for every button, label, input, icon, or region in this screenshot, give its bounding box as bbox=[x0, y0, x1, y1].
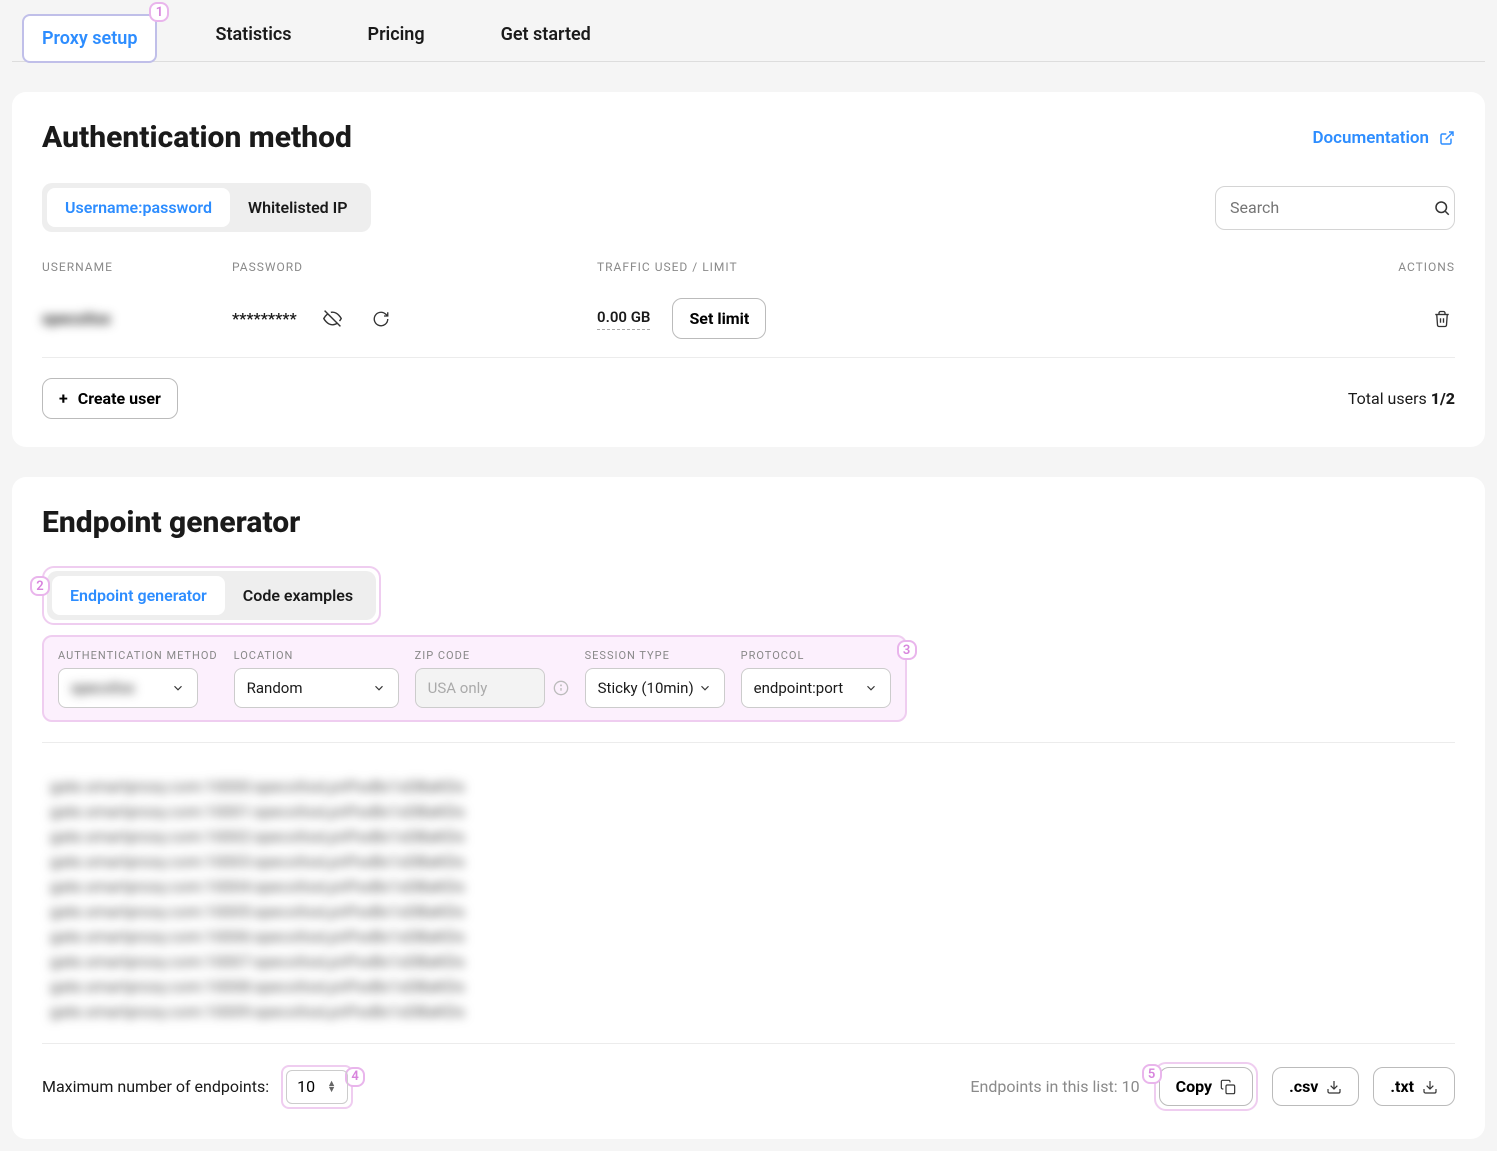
endpoint-panel: Endpoint generator 2 Endpoint generator … bbox=[12, 477, 1485, 1139]
col-traffic: TRAFFIC USED / LIMIT bbox=[597, 260, 1375, 274]
documentation-label: Documentation bbox=[1312, 128, 1429, 148]
tab-statistics[interactable]: Statistics bbox=[197, 12, 309, 61]
toggle-whitelist[interactable]: Whitelisted IP bbox=[230, 188, 366, 227]
toggle-userpass[interactable]: Username:password bbox=[47, 188, 230, 227]
callout-marker-5: 5 bbox=[1142, 1064, 1162, 1084]
field-label-session: SESSION TYPE bbox=[585, 649, 725, 662]
auth-toggle-group: Username:password Whitelisted IP bbox=[42, 183, 371, 232]
protocol-value: endpoint:port bbox=[754, 679, 843, 697]
eye-off-icon bbox=[323, 309, 342, 328]
users-table-header: USERNAME PASSWORD TRAFFIC USED / LIMIT A… bbox=[42, 254, 1455, 280]
endpoint-line: gate.smartproxy.com:10007:specxXxxLynPxx… bbox=[50, 952, 1447, 971]
toggle-endpoint-generator[interactable]: Endpoint generator bbox=[52, 576, 225, 615]
callout-marker-2: 2 bbox=[30, 576, 50, 596]
reveal-password-button[interactable] bbox=[319, 305, 346, 332]
create-user-button[interactable]: + Create user bbox=[42, 378, 178, 419]
location-value: Random bbox=[247, 679, 303, 697]
callout-marker-1: 1 bbox=[149, 2, 169, 22]
create-user-label: Create user bbox=[78, 389, 161, 408]
session-value: Sticky (10min) bbox=[598, 679, 694, 697]
endpoint-fields-row: 3 AUTHENTICATION METHOD specxXxx LOCATIO… bbox=[42, 635, 907, 722]
endpoint-line: gate.smartproxy.com:10009:specxXxxLynPxx… bbox=[50, 1002, 1447, 1021]
auth-title: Authentication method bbox=[42, 120, 352, 155]
number-stepper[interactable]: ▲ ▼ bbox=[327, 1081, 336, 1093]
traffic-value: 0.00 GB bbox=[597, 308, 650, 330]
endpoint-list: gate.smartproxy.com:10000:specxXxxLynPxx… bbox=[42, 742, 1455, 1044]
endpoints-count: Endpoints in this list: 10 bbox=[970, 1077, 1139, 1096]
delete-user-button[interactable] bbox=[1429, 306, 1455, 332]
field-label-protocol: PROTOCOL bbox=[741, 649, 891, 662]
external-link-icon bbox=[1439, 130, 1455, 146]
chevron-down-icon bbox=[372, 681, 386, 695]
copy-icon bbox=[1220, 1079, 1236, 1095]
field-label-location: LOCATION bbox=[234, 649, 399, 662]
endpoint-line: gate.smartproxy.com:10000:specxXxxLynPxx… bbox=[50, 777, 1447, 796]
auth-panel: Authentication method Documentation User… bbox=[12, 92, 1485, 447]
endpoint-line: gate.smartproxy.com:10006:specxXxxLynPxx… bbox=[50, 927, 1447, 946]
endpoints-count-value: 10 bbox=[1122, 1077, 1140, 1096]
total-users-label: Total users bbox=[1348, 389, 1431, 408]
endpoints-count-label: Endpoints in this list: bbox=[970, 1077, 1121, 1096]
zip-placeholder: USA only bbox=[428, 679, 488, 697]
download-icon bbox=[1326, 1079, 1342, 1095]
search-input-wrap bbox=[1215, 186, 1455, 230]
search-icon bbox=[1433, 199, 1451, 217]
download-txt-button[interactable]: .txt bbox=[1373, 1067, 1455, 1106]
endpoint-title: Endpoint generator bbox=[42, 505, 1455, 540]
max-endpoints-input[interactable]: ▲ ▼ bbox=[286, 1070, 348, 1104]
max-endpoints-label: Maximum number of endpoints: bbox=[42, 1077, 269, 1096]
protocol-select[interactable]: endpoint:port bbox=[741, 668, 891, 708]
endpoint-line: gate.smartproxy.com:10004:specxXxxLynPxx… bbox=[50, 877, 1447, 896]
password-value: ********* bbox=[232, 309, 297, 328]
toggle-code-examples[interactable]: Code examples bbox=[225, 576, 371, 615]
endpoint-line: gate.smartproxy.com:10003:specxXxxLynPxx… bbox=[50, 852, 1447, 871]
tab-get-started[interactable]: Get started bbox=[483, 12, 609, 61]
download-csv-button[interactable]: .csv bbox=[1272, 1067, 1359, 1106]
endpoint-line: gate.smartproxy.com:10005:specxXxxLynPxx… bbox=[50, 902, 1447, 921]
set-limit-button[interactable]: Set limit bbox=[672, 298, 766, 339]
callout-marker-4: 4 bbox=[345, 1067, 365, 1087]
endpoint-line: gate.smartproxy.com:10001:specxXxxLynPxx… bbox=[50, 802, 1447, 821]
max-endpoints-value[interactable] bbox=[297, 1077, 327, 1096]
tab-proxy-setup[interactable]: Proxy setup bbox=[22, 14, 157, 63]
field-label-auth: AUTHENTICATION METHOD bbox=[58, 649, 218, 662]
chevron-down-icon: ▼ bbox=[327, 1087, 336, 1093]
field-label-zip: ZIP CODE bbox=[415, 649, 569, 662]
callout-marker-3: 3 bbox=[897, 640, 917, 660]
chevron-down-icon bbox=[698, 681, 712, 695]
username-value: specxXxx bbox=[42, 309, 232, 328]
download-icon bbox=[1422, 1079, 1438, 1095]
location-select[interactable]: Random bbox=[234, 668, 399, 708]
zip-input: USA only bbox=[415, 668, 545, 708]
refresh-icon bbox=[372, 310, 390, 328]
endpoint-toggle-group: Endpoint generator Code examples bbox=[47, 571, 376, 620]
total-users: Total users 1/2 bbox=[1348, 389, 1455, 408]
plus-icon: + bbox=[59, 389, 68, 408]
top-tabs: Proxy setup 1 Statistics Pricing Get sta… bbox=[12, 12, 1485, 62]
total-users-value: 1/2 bbox=[1431, 389, 1455, 408]
endpoint-line: gate.smartproxy.com:10008:specxXxxLynPxx… bbox=[50, 977, 1447, 996]
session-type-select[interactable]: Sticky (10min) bbox=[585, 668, 725, 708]
refresh-password-button[interactable] bbox=[368, 306, 394, 332]
chevron-down-icon bbox=[171, 681, 185, 695]
col-password: PASSWORD bbox=[232, 260, 597, 274]
documentation-link[interactable]: Documentation bbox=[1312, 128, 1455, 148]
endpoint-line: gate.smartproxy.com:10002:specxXxxLynPxx… bbox=[50, 827, 1447, 846]
chevron-down-icon bbox=[864, 681, 878, 695]
auth-method-value: specxXxx bbox=[71, 679, 135, 697]
tab-pricing[interactable]: Pricing bbox=[350, 12, 443, 61]
trash-icon bbox=[1433, 310, 1451, 328]
txt-label: .txt bbox=[1390, 1077, 1414, 1096]
col-actions: ACTIONS bbox=[1375, 260, 1455, 274]
col-username: USERNAME bbox=[42, 260, 232, 274]
copy-label: Copy bbox=[1176, 1077, 1212, 1096]
table-row: specxXxx ********* 0.00 GB Set limit bbox=[42, 280, 1455, 358]
csv-label: .csv bbox=[1289, 1077, 1318, 1096]
auth-method-select[interactable]: specxXxx bbox=[58, 668, 198, 708]
search-input[interactable] bbox=[1230, 198, 1433, 217]
copy-button[interactable]: Copy bbox=[1159, 1067, 1253, 1106]
info-icon[interactable] bbox=[553, 680, 569, 696]
